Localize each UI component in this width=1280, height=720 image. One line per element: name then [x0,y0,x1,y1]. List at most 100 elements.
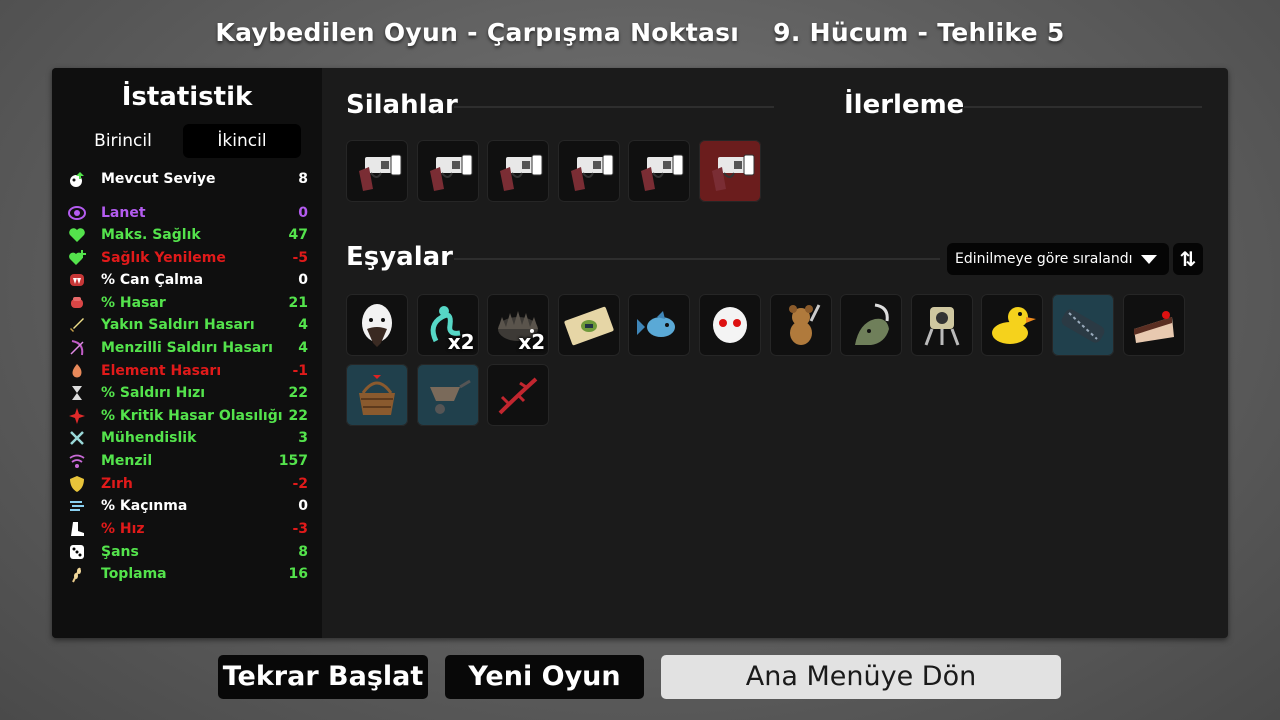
revolver-icon [712,154,755,191]
item-slot[interactable] [910,294,973,356]
harvest-wheat-icon [72,567,81,583]
stat-value: -2 [292,476,308,492]
heart-plus-icon [69,250,86,265]
new-game-button[interactable]: Yeni Oyun [445,655,644,699]
items-title: Eşyalar [346,242,454,272]
stat-value: 21 [288,295,308,311]
item-slot[interactable] [840,294,903,356]
stat-value: 16 [288,566,308,582]
stat-row: Element Hasarı -1 [68,360,308,382]
item-slot[interactable] [628,294,691,356]
wave-info: 9. Hücum - Tehlike 5 [773,18,1065,47]
revolver-icon [429,154,473,191]
sort-order-toggle-icon[interactable]: ⇅ [1173,243,1203,275]
weapon-slot[interactable] [628,140,691,202]
tab-primary[interactable]: Birincil [64,124,182,158]
item-slot[interactable] [699,294,761,356]
tab-secondary[interactable]: İkincil [183,124,301,158]
stat-value: 0 [298,272,308,288]
run-title: Kaybedilen Oyun - Çarpışma Noktası [215,18,740,47]
stat-value: 8 [298,171,308,187]
stat-row: % Kaçınma 0 [68,495,308,517]
stat-row: % Can Çalma 0 [68,269,308,291]
stat-row: Şans 8 [68,541,308,563]
stat-row: % Hız -3 [68,518,308,540]
item-slot[interactable] [346,364,408,426]
progress-title: İlerleme [844,90,965,120]
stat-row: Toplama 16 [68,563,308,585]
stat-value: 0 [298,205,308,221]
fangs-icon [70,274,84,286]
stat-label: Toplama [101,566,167,582]
item-quantity: x2 [518,330,546,354]
rubber-duck-icon [992,307,1037,344]
stat-label: % Can Çalma [101,272,204,288]
weapon-slot[interactable] [346,140,408,202]
item-slot[interactable] [487,364,550,426]
stat-label: % Saldırı Hızı [101,385,206,401]
item-slot[interactable]: x2 [416,294,479,356]
thorn-branch-icon [498,377,538,415]
flame-icon [72,364,82,378]
stat-row: % Saldırı Hızı 22 [68,382,308,404]
revolver-icon [641,154,684,191]
fist-icon [71,297,83,308]
fish-icon [637,311,676,337]
revolver-icon [500,154,543,191]
stat-label: % Kaçınma [101,498,188,514]
item-slot[interactable] [557,294,620,356]
item-slot[interactable]: x2 [487,294,550,356]
ghost-mask-icon [713,307,747,343]
hourglass-icon [72,386,82,400]
stat-row: Lanet 0 [68,202,308,224]
weapon-slot[interactable] [416,140,479,202]
weapons-title: Silahlar [346,90,458,120]
item-slot[interactable] [1052,294,1114,356]
turret-icon [924,307,960,346]
stat-row-level: Mevcut Seviye 8 [68,168,308,190]
scythe-creature-icon [855,303,890,345]
chevron-down-icon [1141,255,1157,264]
bow-icon [70,340,84,356]
dice-icon [70,545,84,559]
main-menu-button[interactable]: Ana Menüye Dön [661,655,1061,699]
stat-row: Zırh -2 [68,473,308,495]
stat-label: Sağlık Yenileme [101,250,226,266]
weapon-slot[interactable] [487,140,550,202]
sort-dropdown[interactable]: Edinilmeye göre sıralandı [947,243,1169,275]
stat-value: 8 [298,544,308,560]
stat-row: Maks. Sağlık 47 [68,224,308,246]
item-slot[interactable] [346,294,408,356]
banknote-icon [564,306,614,346]
stat-value: 22 [288,385,308,401]
stat-row: % Hasar 21 [68,292,308,314]
barrel-scope-icon [1061,309,1105,343]
dodge-icon [70,501,84,511]
stat-value: -3 [292,521,308,537]
gift-basket-icon [359,375,395,415]
progress-divider [964,106,1202,108]
item-slot[interactable] [981,294,1044,356]
stat-label: % Hız [101,521,145,537]
stat-label: % Kritik Hasar Olasılığı [101,408,283,424]
items-divider [454,258,940,260]
shield-icon [70,476,84,492]
restart-button[interactable]: Tekrar Başlat [218,655,428,699]
stat-label: Menzilli Saldırı Hasarı [101,340,273,356]
item-slot[interactable] [769,294,832,356]
stat-label: Mühendislik [101,430,197,446]
stat-label: Şans [101,544,139,560]
item-slot[interactable] [1122,294,1185,356]
stat-row: Mühendislik 3 [68,427,308,449]
stat-row: Menzilli Saldırı Hasarı 4 [68,337,308,359]
stat-label: Menzil [101,453,153,469]
weapon-slot[interactable] [557,140,620,202]
item-slot[interactable] [416,364,479,426]
stat-value: 157 [278,453,308,469]
bear-toy-icon [788,304,820,345]
stat-value: 22 [288,408,308,424]
range-waves-icon [69,454,85,468]
wrench-icon [70,431,84,445]
weapon-slot[interactable] [699,140,761,202]
wheelbarrow-icon [429,379,471,414]
